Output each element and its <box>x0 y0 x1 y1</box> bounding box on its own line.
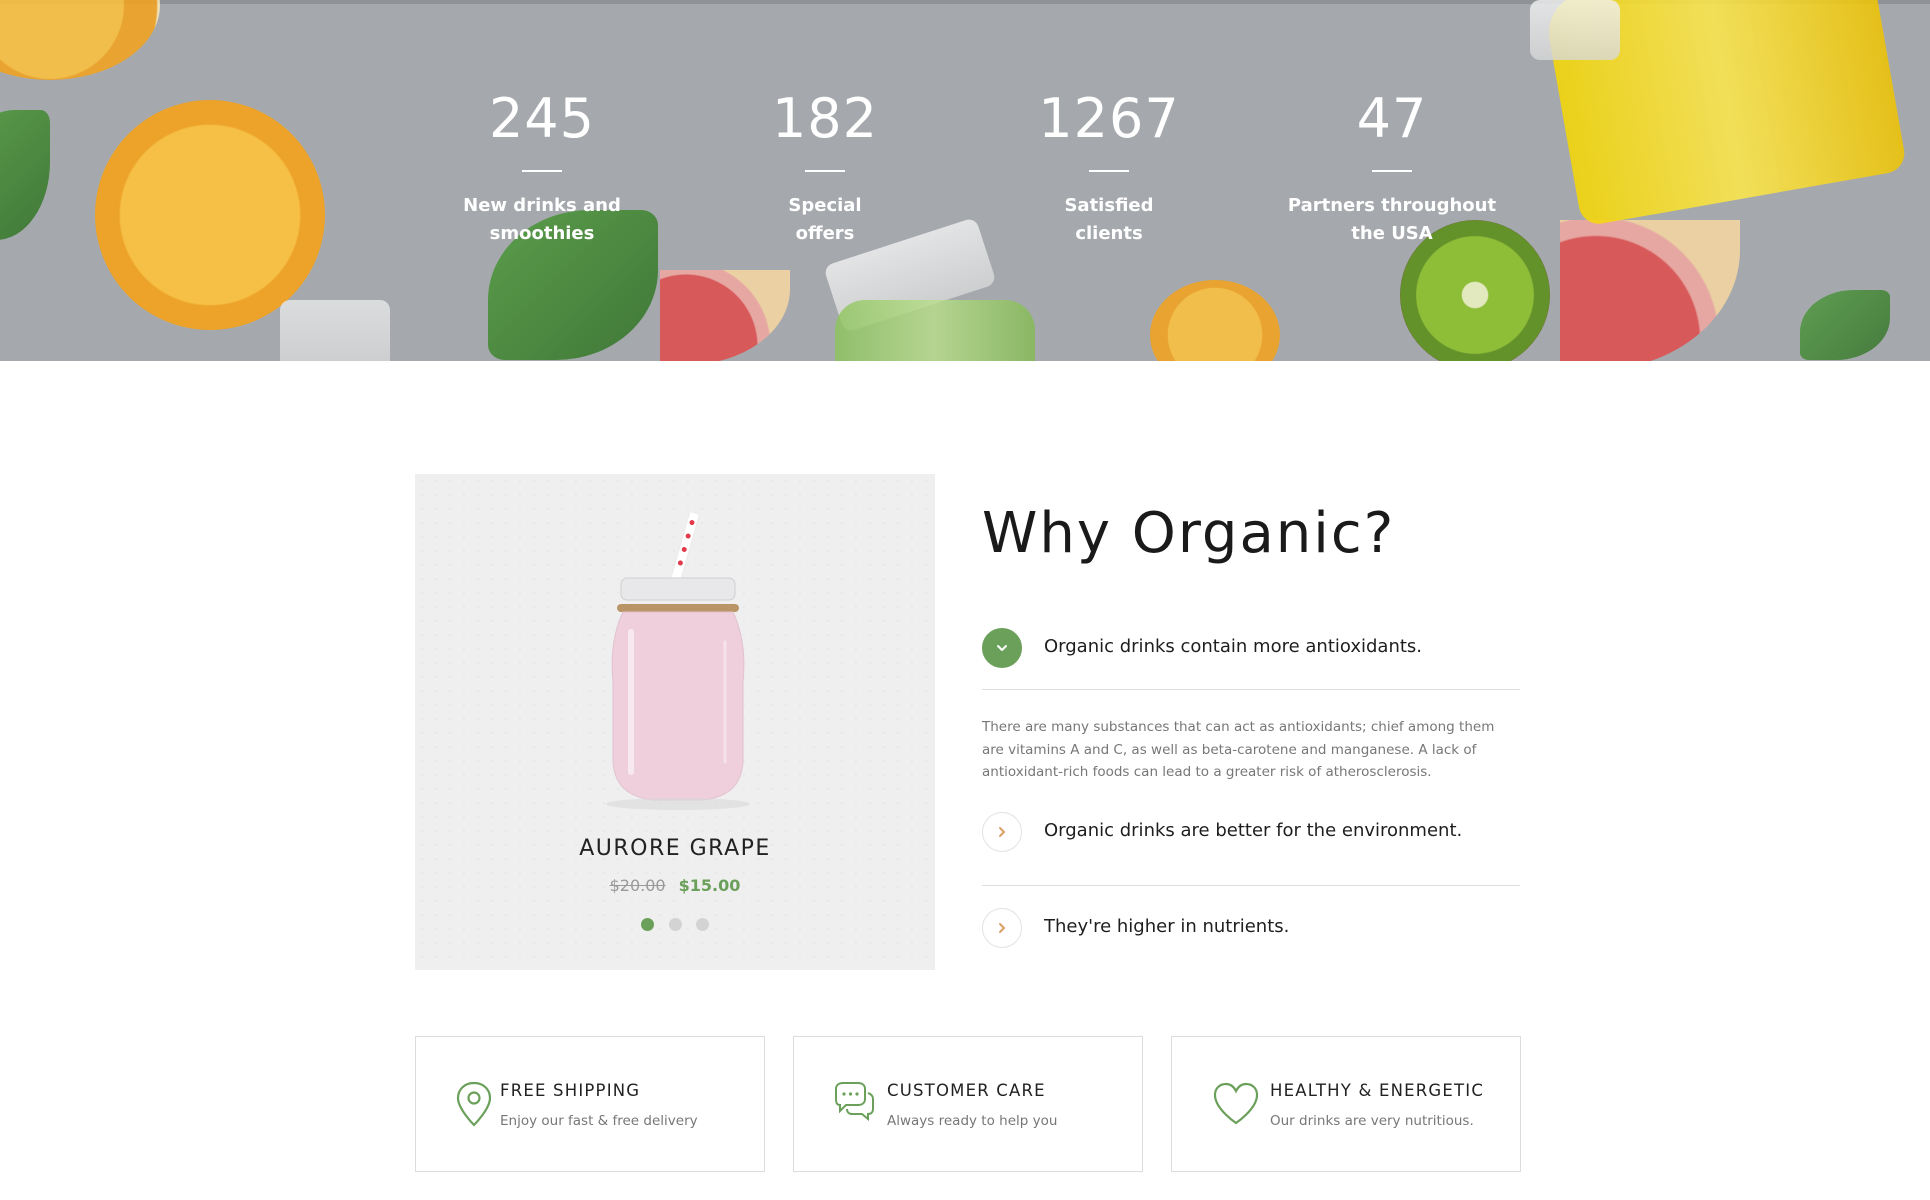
feature-customer-care: CUSTOMER CARE Always ready to help you <box>793 1036 1143 1172</box>
stat-number: 1267 <box>1038 87 1180 150</box>
slider-dot-3[interactable] <box>695 918 709 931</box>
stat-new-drinks: 245 New drinks and smoothies <box>412 88 672 248</box>
product-slider[interactable]: AURORE GRAPE $20.00 $15.00 <box>415 474 935 970</box>
stat-label-line: Partners throughout <box>1287 195 1497 216</box>
stat-label: Special offers <box>695 192 955 248</box>
stat-label-line: the USA <box>1351 223 1433 244</box>
stat-number: 245 <box>488 87 596 150</box>
stat-label: New drinks and smoothies <box>412 192 672 248</box>
stat-label-line: offers <box>795 223 855 244</box>
product-price: $20.00 $15.00 <box>415 876 935 895</box>
feature-healthy-energetic: HEALTHY & ENERGETIC Our drinks are very … <box>1171 1036 1521 1172</box>
stat-satisfied-clients: 1267 Satisfied clients <box>979 88 1239 248</box>
old-price: $20.00 <box>609 876 666 895</box>
feature-free-shipping: FREE SHIPPING Enjoy our fast & free deli… <box>415 1036 765 1172</box>
heart-icon <box>1213 1082 1259 1125</box>
stat-label-line: clients <box>1075 223 1143 244</box>
stat-label-line: smoothies <box>489 223 595 244</box>
section-heading: Why Organic? <box>982 501 1396 566</box>
chevron-right-icon[interactable] <box>982 811 1022 852</box>
map-pin-icon <box>456 1081 492 1127</box>
sale-price: $15.00 <box>678 876 741 895</box>
stat-divider <box>522 170 562 172</box>
stats-row: 245 New drinks and smoothies 182 Special… <box>0 0 1930 361</box>
stat-label-line: Satisfied <box>1064 195 1154 216</box>
chevron-right-icon[interactable] <box>982 907 1022 948</box>
stat-divider <box>1372 170 1412 172</box>
feature-subtitle: Always ready to help you <box>887 1113 1058 1129</box>
stat-number: 47 <box>1356 87 1428 150</box>
chat-bubbles-icon <box>835 1082 874 1122</box>
feature-title: CUSTOMER CARE <box>887 1081 1046 1100</box>
accordion-title[interactable]: They're higher in nutrients. <box>1044 916 1289 937</box>
stat-special-offers: 182 Special offers <box>695 88 955 248</box>
accordion-title[interactable]: Organic drinks contain more antioxidants… <box>1044 636 1422 657</box>
stat-partners: 47 Partners throughout the USA <box>1262 88 1522 248</box>
product-name[interactable]: AURORE GRAPE <box>415 836 935 861</box>
stat-divider <box>1089 170 1129 172</box>
chevron-down-icon[interactable] <box>982 628 1022 668</box>
stat-label-line: Special <box>788 195 862 216</box>
stat-divider <box>805 170 845 172</box>
accordion-body: There are many substances that can act a… <box>982 719 1495 780</box>
accordion-title[interactable]: Organic drinks are better for the enviro… <box>1044 820 1462 841</box>
feature-title: FREE SHIPPING <box>500 1081 641 1100</box>
slider-pagination <box>415 918 935 936</box>
stat-label-line: New drinks and <box>463 195 621 216</box>
smoothie-jar-image[interactable] <box>583 512 773 812</box>
accordion-item-antioxidants[interactable]: Organic drinks contain more antioxidants… <box>982 606 1520 690</box>
slider-dot-1[interactable] <box>641 918 655 931</box>
feature-title: HEALTHY & ENERGETIC <box>1270 1081 1485 1100</box>
stat-label: Partners throughout the USA <box>1262 192 1522 248</box>
why-organic-section: Why Organic? Organic drinks contain more… <box>982 474 1520 970</box>
slider-dot-2[interactable] <box>668 918 682 931</box>
accordion-item-nutrients[interactable]: They're higher in nutrients. <box>982 886 1520 970</box>
stats-banner: 245 New drinks and smoothies 182 Special… <box>0 0 1930 361</box>
stat-number: 182 <box>771 87 879 150</box>
accordion-item-environment[interactable]: Organic drinks are better for the enviro… <box>982 802 1520 886</box>
feature-subtitle: Our drinks are very nutritious. <box>1270 1113 1474 1129</box>
stat-label: Satisfied clients <box>979 192 1239 248</box>
feature-subtitle: Enjoy our fast & free delivery <box>500 1113 698 1129</box>
